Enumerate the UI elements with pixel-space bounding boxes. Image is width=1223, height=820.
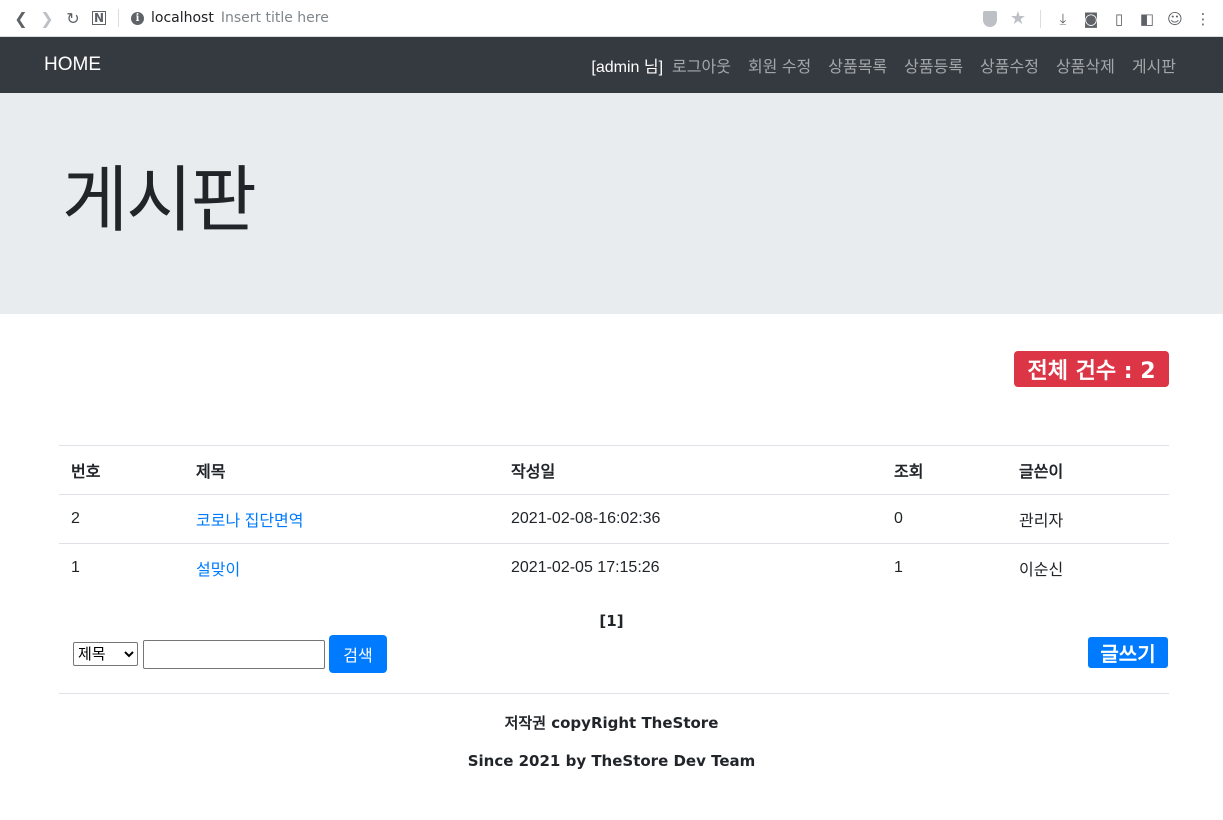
write-button[interactable]: 글쓰기 [1088,637,1168,668]
cell-date: 2021-02-08-16:02:36 [499,494,882,544]
cell-views: 0 [882,494,1007,544]
logged-in-user: [admin 님] [591,59,664,76]
site-navbar: HOME [admin 님] 로그아웃 회원 수정 상품목록 상품등록 상품수정… [0,37,1223,93]
search-field-select[interactable]: 제목 [73,642,138,666]
board-table: 번호 제목 작성일 조회 글쓴이 2 코로나 집단면역 2021-02-08-1… [59,445,1169,593]
post-title-link[interactable]: 설맞이 [196,562,240,579]
header-views: 조회 [882,445,1007,495]
header-number: 번호 [59,445,184,495]
footer-copyright: 저작권 copyRight TheStore [504,714,719,732]
cell-title: 설맞이 [184,543,499,593]
product-register-link[interactable]: 상품등록 [904,53,963,77]
info-icon[interactable]: i [131,11,144,25]
product-delete-link[interactable]: 상품삭제 [1056,53,1115,77]
header-writer: 글쓴이 [1007,445,1169,495]
menu-icon[interactable]: ⋮ [1191,6,1215,32]
download-icon[interactable]: ⤓ [1051,6,1075,32]
product-list-link[interactable]: 상품목록 [828,53,887,77]
browser-toolbar: ❮ ❯ ↻ N i localhost Insert title here ★ … [0,0,1223,37]
search-form: 제목 검색 [73,635,387,673]
jumbotron: 게시판 [0,93,1223,314]
address-host: localhost [151,10,214,26]
notion-icon[interactable]: N [92,11,106,25]
toolbar-divider [1040,9,1041,28]
forward-icon[interactable]: ❯ [34,5,60,31]
cell-number: 2 [59,494,184,544]
footer-divider [59,693,1169,694]
shield-icon[interactable] [978,6,1002,32]
cell-number: 1 [59,543,184,593]
reader-icon[interactable]: ▯ [1107,6,1131,32]
search-input[interactable] [143,639,325,669]
cell-date: 2021-02-05 17:15:26 [499,543,882,593]
page-title: 게시판 [62,158,257,242]
total-count-badge: 전체 건수 : 2 [1014,351,1169,387]
pagination[interactable]: [1] [0,612,1223,630]
navbar-menu: [admin 님] 로그아웃 회원 수정 상품목록 상품등록 상품수정 상품삭제… [591,37,1176,93]
cell-writer: 이순신 [1007,543,1169,593]
address-bar[interactable]: i localhost Insert title here [131,10,329,26]
cell-title: 코로나 집단면역 [184,494,499,544]
post-title-link[interactable]: 코로나 집단면역 [196,513,304,530]
sidebar-icon[interactable]: ◧ [1135,6,1159,32]
logout-link[interactable]: 로그아웃 [672,53,731,77]
home-link[interactable]: HOME [44,37,101,93]
search-button[interactable]: 검색 [329,635,387,673]
edit-member-link[interactable]: 회원 수정 [748,53,811,77]
cell-views: 1 [882,543,1007,593]
footer-since: Since 2021 by TheStore Dev Team [467,752,756,770]
header-date: 작성일 [499,445,882,495]
cell-writer: 관리자 [1007,494,1169,544]
profile-icon[interactable]: ☺ [1163,6,1187,32]
address-page-title: Insert title here [220,10,329,26]
table-row: 1 설맞이 2021-02-05 17:15:26 1 이순신 [59,543,1169,593]
header-title: 제목 [184,445,499,495]
reload-icon[interactable]: ↻ [60,5,86,31]
product-edit-link[interactable]: 상품수정 [980,53,1039,77]
browser-actions: ★ ⤓ ◙ ▯ ◧ ☺ ⋮ [978,0,1215,37]
board-link[interactable]: 게시판 [1132,53,1176,77]
table-row: 2 코로나 집단면역 2021-02-08-16:02:36 0 관리자 [59,494,1169,544]
star-icon[interactable]: ★ [1006,6,1030,32]
back-icon[interactable]: ❮ [8,5,34,31]
toolbar-divider [118,9,119,27]
table-header-row: 번호 제목 작성일 조회 글쓴이 [59,445,1169,495]
camera-icon[interactable]: ◙ [1079,6,1103,32]
